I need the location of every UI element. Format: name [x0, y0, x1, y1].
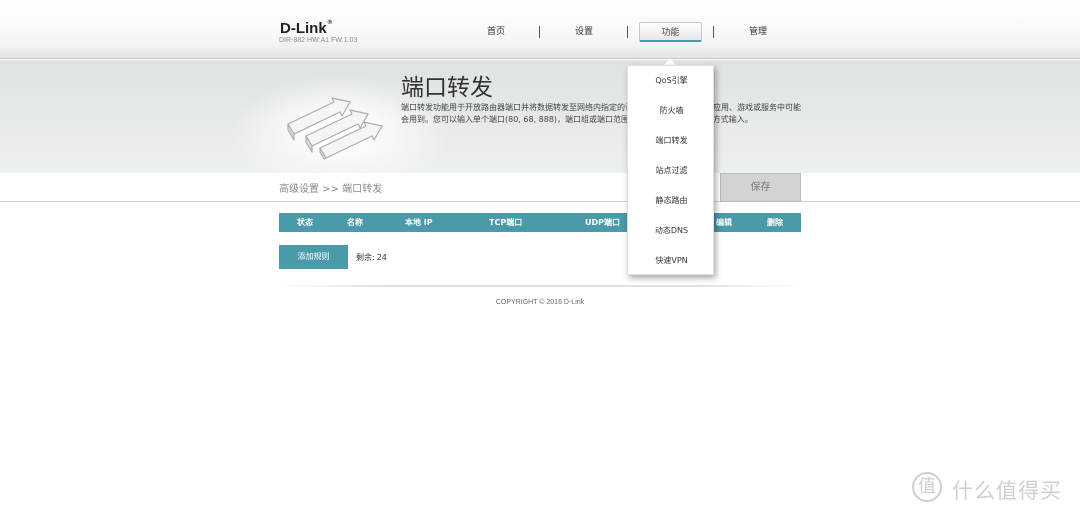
menu-item-qos[interactable]: QoS引擎 — [628, 66, 715, 96]
dlink-logo: D-Link® — [280, 20, 333, 37]
top-header: D-Link® DIR-882 HW:A1 FW:1.03 首页 设置 功能 管… — [0, 0, 1080, 59]
menu-item-website-filter[interactable]: 站点过滤 — [628, 156, 715, 186]
watermark: 值 什么值得买 — [912, 471, 1072, 505]
breadcrumb: 高级设置 >> 端口转发 — [279, 184, 383, 195]
nav-home[interactable]: 首页 — [468, 22, 524, 42]
port-forward-arrows-icon — [287, 97, 383, 160]
nav-divider — [539, 26, 540, 38]
footer-divider — [279, 285, 801, 287]
page-title: 端口转发 — [401, 75, 493, 101]
menu-item-firewall[interactable]: 防火墙 — [628, 96, 715, 126]
column-name: 名称 — [347, 218, 363, 227]
add-rule-button[interactable]: 添加规则 — [279, 245, 348, 269]
column-status: 状态 — [297, 218, 313, 227]
nav-management[interactable]: 管理 — [730, 22, 786, 42]
nav-divider — [713, 26, 714, 38]
menu-item-dynamic-dns[interactable]: 动态DNS — [628, 216, 715, 246]
column-udp-port: UDP端口 — [585, 218, 620, 227]
column-local-ip: 本地 IP — [405, 218, 433, 227]
remaining-label: 剩余: — [356, 253, 375, 262]
nav-features[interactable]: 功能 — [639, 22, 702, 42]
nav-divider — [627, 26, 628, 38]
watermark-logo-icon: 值 — [912, 472, 942, 502]
menu-item-port-forwarding[interactable]: 端口转发 — [628, 126, 715, 156]
column-delete: 删除 — [767, 218, 783, 227]
column-edit: 编辑 — [716, 218, 732, 227]
save-button[interactable]: 保存 — [720, 173, 801, 202]
menu-item-static-route[interactable]: 静态路由 — [628, 186, 715, 216]
model-info: DIR-882 HW:A1 FW:1.03 — [279, 37, 358, 44]
rules-table-header: 状态 名称 本地 IP TCP端口 UDP端口 计划 编辑 删除 — [279, 213, 801, 232]
remaining-count: 剩余: 24 — [356, 252, 387, 263]
watermark-text: 什么值得买 — [952, 479, 1062, 503]
page-description: 端口转发功能用于开放路由器端口并将数据转发至网络内指定的计算机。在使用某些特定应… — [401, 103, 801, 124]
page-banner: 端口转发 端口转发功能用于开放路由器端口并将数据转发至网络内指定的计算机。在使用… — [0, 60, 1080, 173]
features-dropdown-menu: QoS引擎 防火墙 端口转发 站点过滤 静态路由 动态DNS 快速VPN — [627, 65, 714, 275]
copyright: COPYRIGHT © 2016 D-Link — [495, 299, 585, 306]
breadcrumb-bar — [0, 173, 1080, 202]
nav-settings[interactable]: 设置 — [556, 22, 612, 42]
column-tcp-port: TCP端口 — [489, 218, 523, 227]
menu-item-quick-vpn[interactable]: 快速VPN — [628, 246, 715, 276]
remaining-value: 24 — [376, 253, 387, 262]
dropdown-pointer — [664, 58, 676, 65]
